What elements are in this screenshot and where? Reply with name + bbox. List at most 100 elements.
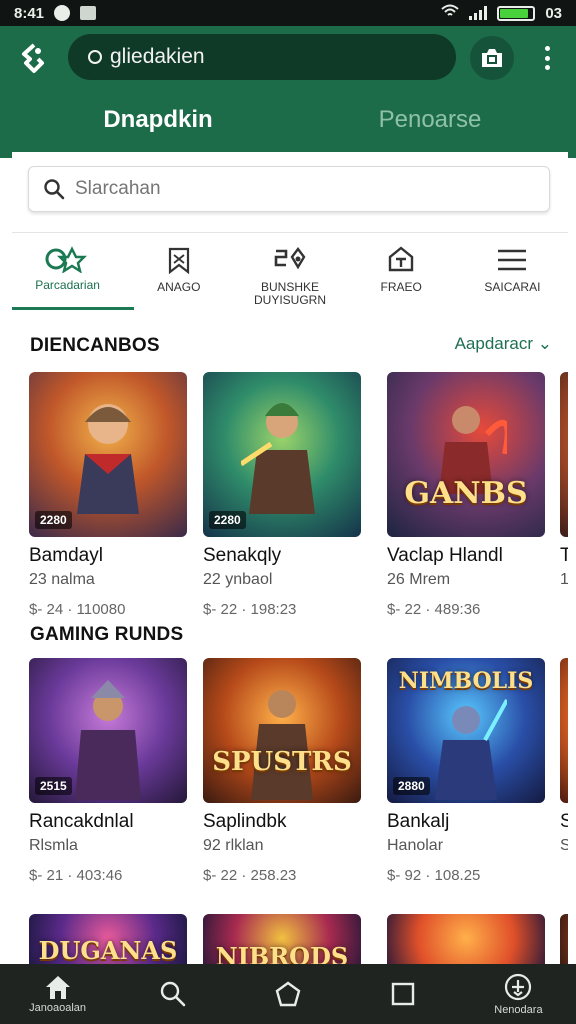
nav-system-home[interactable] <box>230 964 345 1024</box>
square-icon <box>392 982 415 1006</box>
game-meta: $- 22 · 489:36 <box>387 601 481 618</box>
download-icon <box>505 973 532 1001</box>
nav-search[interactable] <box>115 964 230 1024</box>
more-menu-button[interactable] <box>538 42 556 74</box>
game-card[interactable] <box>560 914 568 964</box>
game-card[interactable]: Sa Sa <box>560 658 568 855</box>
game-card[interactable]: NIBRODS <box>203 914 363 964</box>
signal-icon <box>469 6 488 20</box>
battery-text: 03 <box>545 4 562 22</box>
game-card[interactable]: GANBS Vaclap Hlandl 26 Mrem $- 22 · 489:… <box>387 372 547 618</box>
game-subtitle: Sa <box>560 837 568 854</box>
status-time: 8:41 <box>14 4 45 22</box>
category-tab-5[interactable]: SAICARAI <box>457 233 568 310</box>
game-card[interactable]: 2515 Rancakdnlal Rlsmla $- 21 · 403:46 <box>29 658 189 884</box>
app-header: gliedakien Dnapdkin Penoarse <box>0 26 576 158</box>
nav-label: Nenodara <box>494 1004 543 1016</box>
battery-icon <box>497 5 536 21</box>
game-subtitle: 92 rlklan <box>203 837 264 854</box>
game-title: Bamdayl <box>29 545 103 566</box>
section-see-all-link[interactable]: Aapdaracr ⌄ <box>455 334 552 354</box>
game-art-logo: GANBS <box>404 476 528 511</box>
game-title: Rancakdnlal <box>29 811 134 832</box>
game-thumbnail: NIMBOLIS 2880 <box>387 658 545 803</box>
section-title: DIENCANBOS <box>30 335 160 356</box>
category-label: SAICARAI <box>484 280 541 294</box>
game-subtitle: Rlsmla <box>29 837 78 854</box>
category-tab-2[interactable]: ANAGO <box>123 233 234 310</box>
game-card[interactable]: NIMBOLIS 2880 Bankalj Hanolar $- 92 · 10… <box>387 658 547 884</box>
strategy-icon <box>274 247 306 270</box>
nav-recents[interactable] <box>346 964 461 1024</box>
game-thumbnail <box>387 914 545 964</box>
game-art-logo: NIMBOLIS <box>398 668 534 694</box>
game-thumbnail: 2280 <box>203 372 361 537</box>
tab-secondary[interactable]: Penoarse <box>330 106 530 134</box>
game-meta: $- 21 · 403:46 <box>29 867 123 884</box>
game-art-logo: DUGANAS <box>38 936 178 964</box>
game-art-logo: SPUSTRS <box>212 747 352 777</box>
game-title: Ta <box>560 545 568 566</box>
search-icon <box>44 179 65 200</box>
game-meta: $- 22 · 258.23 <box>203 867 297 884</box>
camera-icon <box>482 49 502 67</box>
bottom-navigation: Janoaoalan Nenodara <box>0 964 576 1024</box>
game-thumbnail: DUGANAS <box>29 914 187 964</box>
game-title: Vaclap Hlandl <box>387 545 503 566</box>
game-thumbnail <box>560 658 568 803</box>
game-meta: $- 24 · 110080 <box>29 601 126 618</box>
game-art-logo: NIBRODS <box>215 942 349 964</box>
home-icon <box>45 976 70 999</box>
game-card[interactable] <box>387 914 547 964</box>
game-title: Senakqly <box>203 545 282 566</box>
game-card[interactable]: 2280 Senakqly 22 ynbaol $- 22 · 198:23 <box>203 372 363 618</box>
category-tab-1[interactable]: Parcadarian <box>12 233 135 310</box>
game-card[interactable]: 2280 Bamdayl 23 nalma $- 24 · 110080 <box>29 372 189 618</box>
back-icon[interactable] <box>18 42 50 74</box>
game-badge: 2515 <box>35 777 72 795</box>
url-text: gliedakien <box>110 45 205 68</box>
game-subtitle: 22 ynbaol <box>203 571 273 588</box>
chevron-down-icon: ⌄ <box>537 334 552 353</box>
home-circle-icon <box>275 981 301 1007</box>
list-icon <box>498 249 527 271</box>
nav-downloads[interactable]: Nenodara <box>461 964 576 1024</box>
url-bar[interactable]: gliedakien <box>68 34 456 80</box>
status-bar: 8:41 03 <box>0 0 576 26</box>
notification-icon <box>54 5 71 21</box>
game-subtitle: 19 <box>560 571 568 588</box>
game-card[interactable]: Ta 19 <box>560 372 568 589</box>
search-icon <box>160 981 186 1007</box>
game-thumbnail <box>560 914 568 964</box>
game-title: Sa <box>560 811 568 832</box>
game-badge: 2880 <box>393 777 430 795</box>
content-panel: Parcadarian ANAGO BUNSHKE DUYISUGRN FRAE… <box>12 152 568 964</box>
category-tab-4[interactable]: FRAEO <box>346 233 457 310</box>
tab-primary[interactable]: Dnapdkin <box>58 106 258 134</box>
game-thumbnail: NIBRODS <box>203 914 361 964</box>
category-tab-3[interactable]: BUNSHKE DUYISUGRN <box>234 233 345 310</box>
category-label: Parcadarian <box>35 278 100 292</box>
game-subtitle: Hanolar <box>387 837 444 854</box>
game-subtitle: 26 Mrem <box>387 571 451 588</box>
category-label: ANAGO <box>157 280 201 294</box>
search-input[interactable] <box>75 178 475 200</box>
game-title: Bankalj <box>387 811 450 832</box>
wifi-icon <box>441 4 459 22</box>
nav-label: Janoaoalan <box>29 1002 87 1014</box>
game-thumbnail: GANBS <box>387 372 545 537</box>
see-all-label: Aapdaracr <box>454 334 534 353</box>
game-badge: 2280 <box>35 511 72 529</box>
game-card[interactable]: DUGANAS <box>29 914 189 964</box>
nav-home[interactable]: Janoaoalan <box>0 964 115 1024</box>
camera-button[interactable] <box>470 36 514 80</box>
app-notification-icon <box>80 6 97 20</box>
search-box[interactable] <box>28 166 550 212</box>
game-thumbnail: 2280 <box>29 372 187 537</box>
game-badge: 2280 <box>209 511 246 529</box>
game-thumbnail: 2515 <box>29 658 187 803</box>
game-card[interactable]: SPUSTRS Saplindbk 92 rlklan $- 22 · 258.… <box>203 658 363 884</box>
category-label: FRAEO <box>380 280 422 294</box>
game-thumbnail: SPUSTRS <box>203 658 361 803</box>
bookmark-icon <box>168 247 189 275</box>
